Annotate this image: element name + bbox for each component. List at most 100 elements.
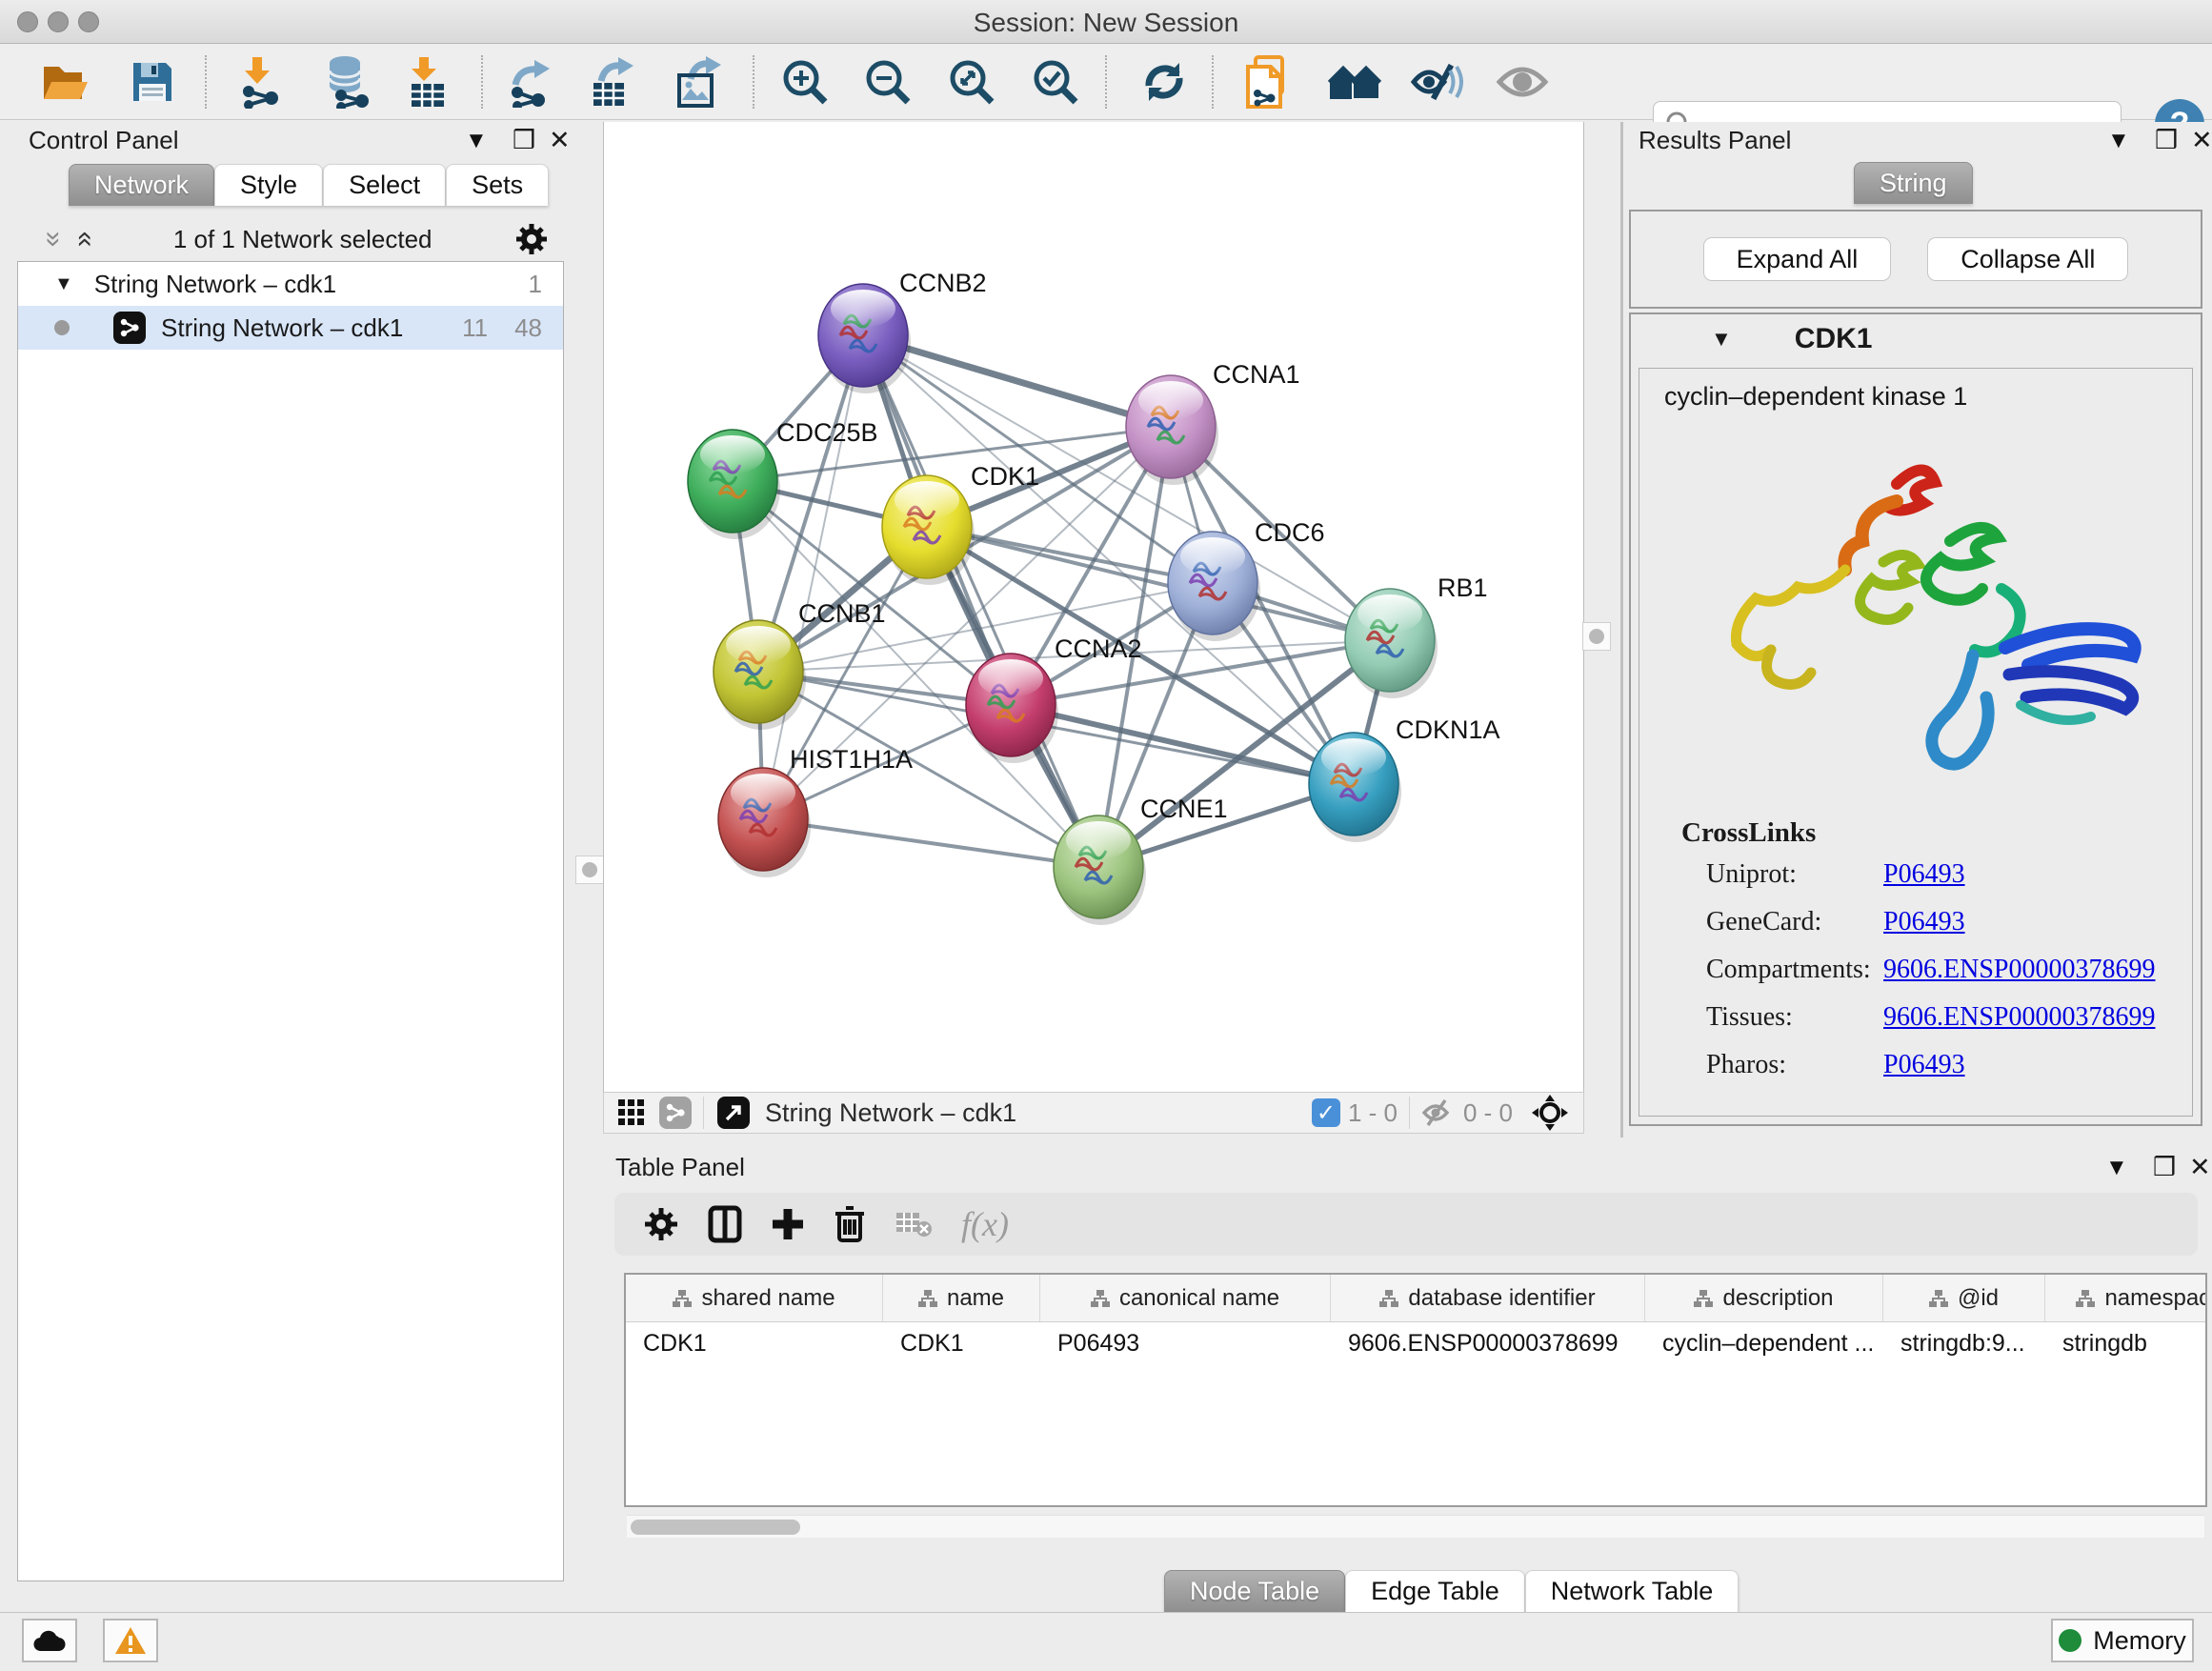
home-button[interactable] <box>1326 53 1383 111</box>
column-header-database-identifier[interactable]: database identifier <box>1331 1275 1645 1321</box>
export-image-button[interactable] <box>671 53 728 111</box>
collapse-all-networks-icon[interactable]: » <box>67 232 99 248</box>
save-session-button[interactable] <box>124 53 181 111</box>
table-cell[interactable]: cyclin–dependent ... <box>1645 1322 1883 1364</box>
zoom-fit-button[interactable] <box>943 53 1000 111</box>
network-edge[interactable] <box>763 819 1098 867</box>
zoom-out-button[interactable] <box>859 53 916 111</box>
float-panel-icon[interactable]: ❒ <box>2153 1153 2176 1182</box>
tab-network-table[interactable]: Network Table <box>1525 1570 1739 1612</box>
network-edge[interactable] <box>1011 705 1354 784</box>
table-cell[interactable]: CDK1 <box>626 1322 883 1364</box>
hidden-items-icon[interactable] <box>1421 1098 1456 1127</box>
network-node-ccnb2[interactable]: CCNB2 <box>818 269 987 393</box>
column-header-namespace[interactable]: namespace <box>2045 1275 2207 1321</box>
close-panel-icon[interactable]: ✕ <box>549 126 571 155</box>
crosslink-link[interactable]: P06493 <box>1883 1050 1965 1080</box>
card-expander-icon[interactable]: ▼ <box>1711 327 1732 352</box>
show-hide-eye-button[interactable] <box>1494 53 1551 111</box>
crosslinks-section: CrossLinks Uniprot:P06493GeneCard:P06493… <box>1639 808 2192 1089</box>
tab-sets[interactable]: Sets <box>446 164 549 206</box>
network-graph[interactable]: CCNB2CCNA1CDC25BCDK1CDC6RB1CCNB1CCNA2CDK… <box>604 122 1583 1090</box>
add-column-icon[interactable] <box>771 1205 805 1243</box>
network-edge[interactable] <box>863 335 1098 867</box>
network-node-cdk1[interactable]: CDK1 <box>882 462 1039 585</box>
memory-button[interactable]: Memory <box>2051 1619 2194 1662</box>
network-canvas[interactable]: CCNB2CCNA1CDC25BCDK1CDC6RB1CCNB1CCNA2CDK… <box>603 122 1584 1092</box>
column-header--id[interactable]: @id <box>1883 1275 2045 1321</box>
network-node-ccne1[interactable]: CCNE1 <box>1054 795 1228 925</box>
tab-edge-table[interactable]: Edge Table <box>1345 1570 1525 1612</box>
protein-card-header[interactable]: ▼ CDK1 <box>1631 314 2201 364</box>
table-horizontal-scrollbar[interactable] <box>627 1515 2204 1538</box>
import-network-from-database-button[interactable] <box>318 53 375 111</box>
export-network-button[interactable] <box>505 53 562 111</box>
close-panel-icon[interactable]: ✕ <box>2189 1153 2211 1182</box>
column-header-canonical-name[interactable]: canonical name <box>1040 1275 1331 1321</box>
table-panel-menu-icon[interactable]: ▼ <box>2105 1155 2128 1181</box>
tab-style[interactable]: Style <box>214 164 323 206</box>
zoom-in-button[interactable] <box>776 53 834 111</box>
left-splitter-handle[interactable] <box>575 856 604 884</box>
scrollbar-thumb[interactable] <box>631 1520 800 1535</box>
crosslink-link[interactable]: 9606.ENSP00000378699 <box>1883 1002 2155 1033</box>
table-cell[interactable]: stringdb:9... <box>1883 1322 2045 1364</box>
control-panel-menu-icon[interactable]: ▼ <box>465 128 488 154</box>
network-share-view-icon[interactable] <box>659 1097 692 1129</box>
table-cell[interactable]: 9606.ENSP00000378699 <box>1331 1322 1645 1364</box>
expand-all-networks-icon[interactable]: » <box>37 232 70 248</box>
birdseye-view-icon[interactable] <box>1532 1095 1568 1131</box>
tab-select[interactable]: Select <box>323 164 446 206</box>
node-label: CDK1 <box>971 462 1039 491</box>
export-table-button[interactable] <box>585 53 642 111</box>
table-cell[interactable]: P06493 <box>1040 1322 1331 1364</box>
right-splitter-handle[interactable] <box>1582 622 1611 651</box>
collapse-all-button[interactable]: Collapse All <box>1927 237 2128 281</box>
delete-column-icon[interactable] <box>834 1204 866 1244</box>
table-row[interactable]: CDK1CDK1P064939606.ENSP00000378699cyclin… <box>626 1322 2205 1364</box>
table-cell[interactable]: CDK1 <box>883 1322 1040 1364</box>
column-header-name[interactable]: name <box>883 1275 1040 1321</box>
tab-network[interactable]: Network <box>69 164 214 206</box>
expand-all-button[interactable]: Expand All <box>1703 237 1892 281</box>
table-options-gear-icon[interactable] <box>643 1206 679 1242</box>
show-columns-icon[interactable] <box>708 1205 742 1243</box>
table-cell[interactable]: stringdb <box>2045 1322 2207 1364</box>
tab-node-table[interactable]: Node Table <box>1164 1570 1345 1612</box>
crosslink-link[interactable]: P06493 <box>1883 907 1965 937</box>
warnings-button[interactable] <box>103 1619 158 1662</box>
network-node-hist1h1a[interactable]: HIST1H1A <box>718 745 913 877</box>
grid-view-icon[interactable] <box>617 1098 646 1127</box>
network-node-rb1[interactable]: RB1 <box>1345 574 1488 698</box>
hide-results-panel-button[interactable] <box>1408 53 1465 111</box>
import-table-file-button[interactable] <box>398 53 455 111</box>
zoom-selected-button[interactable] <box>1027 53 1084 111</box>
network-selection-status: 1 of 1 Network selected <box>90 225 514 254</box>
column-header-description[interactable]: description <box>1645 1275 1883 1321</box>
collection-expander-icon[interactable]: ▼ <box>54 273 73 295</box>
float-panel-icon[interactable]: ❒ <box>2155 126 2178 155</box>
network-row[interactable]: String Network – cdk1 11 48 <box>18 306 563 350</box>
function-builder-icon[interactable]: f(x) <box>961 1204 1009 1244</box>
cloud-status-button[interactable] <box>22 1619 77 1662</box>
open-session-button[interactable] <box>36 53 93 111</box>
network-collection-row[interactable]: ▼ String Network – cdk1 1 <box>18 262 563 306</box>
selected-nodes-checkbox[interactable]: ✓ <box>1312 1098 1340 1127</box>
float-panel-icon[interactable]: ❒ <box>513 126 535 155</box>
column-header-shared-name[interactable]: shared name <box>626 1275 883 1321</box>
tab-string[interactable]: String <box>1854 162 1973 204</box>
detach-view-icon[interactable] <box>717 1097 750 1129</box>
network-options-gear-icon[interactable] <box>514 222 549 256</box>
apply-layout-button[interactable] <box>1136 53 1193 111</box>
import-network-file-button[interactable] <box>231 53 289 111</box>
network-node-cdc6[interactable]: CDC6 <box>1168 518 1325 641</box>
delete-table-icon[interactable] <box>895 1209 933 1239</box>
crosslink-link[interactable]: P06493 <box>1883 859 1965 890</box>
network-node-ccnb1[interactable]: CCNB1 <box>714 599 886 730</box>
copy-network-style-button[interactable] <box>1238 53 1296 111</box>
network-node-cdkn1a[interactable]: CDKN1A <box>1309 715 1500 842</box>
crosslink-link[interactable]: 9606.ENSP00000378699 <box>1883 955 2155 985</box>
export-image-icon <box>674 56 725 108</box>
close-panel-icon[interactable]: ✕ <box>2191 126 2212 155</box>
results-panel-menu-icon[interactable]: ▼ <box>2107 128 2130 154</box>
